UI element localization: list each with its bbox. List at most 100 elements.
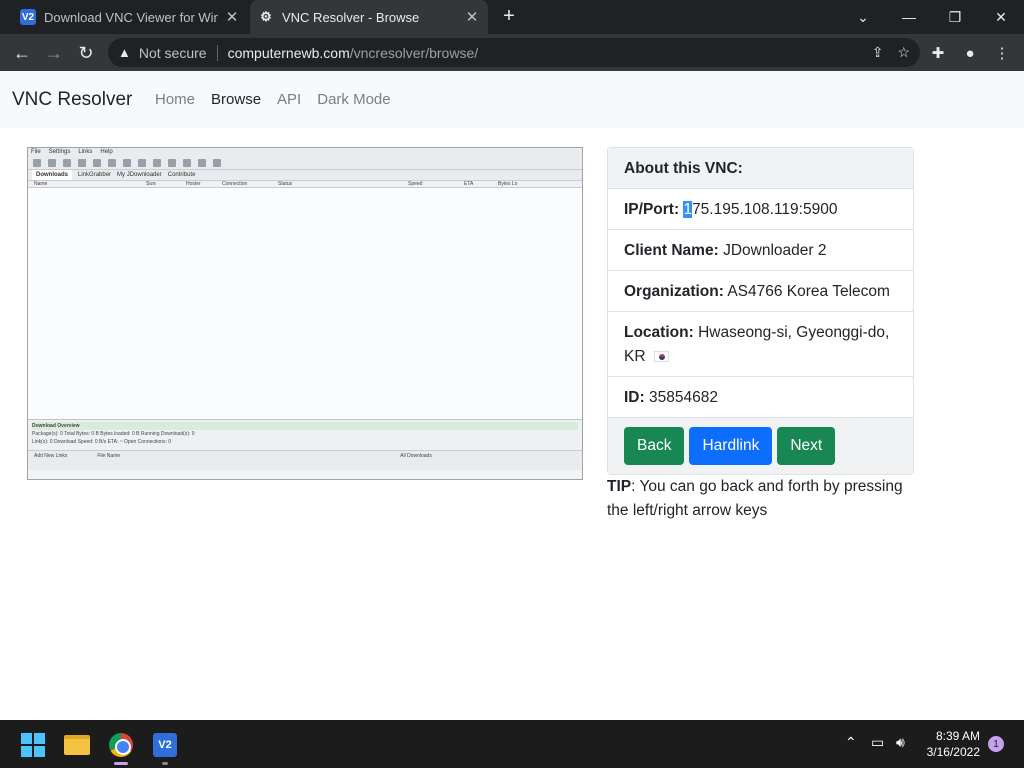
- preview-overview-title: Download Overview: [32, 422, 578, 430]
- vnc-resolver-icon: ⚙: [260, 9, 272, 24]
- nav-api[interactable]: API: [277, 91, 301, 108]
- vnc-screenshot: File Settings Links Help Downloads LinkG…: [27, 147, 583, 480]
- card-footer: Back Hardlink Next: [608, 418, 913, 474]
- page-content: VNC Resolver Home Browse API Dark Mode F…: [0, 71, 1024, 720]
- site-navbar: VNC Resolver Home Browse API Dark Mode: [0, 71, 1024, 128]
- preview-menubar: File Settings Links Help: [28, 148, 582, 157]
- notification-badge[interactable]: 1: [988, 736, 1004, 752]
- org-label: Organization:: [624, 283, 724, 300]
- security-label[interactable]: Not secure: [139, 45, 207, 61]
- org-value: AS4766 Korea Telecom: [727, 283, 890, 300]
- tip-label: TIP: [607, 478, 632, 495]
- tab-title: VNC Resolver - Browse: [282, 9, 420, 25]
- client-name-row: Client Name: JDownloader 2: [608, 230, 913, 271]
- ip-label: IP/Port:: [624, 201, 680, 218]
- preview-overview-row: Package(s): 0 Total Bytes: 0 B Bytes loa…: [32, 431, 195, 437]
- url-path: /vncresolver/browse/: [349, 44, 479, 61]
- nav-browse[interactable]: Browse: [211, 91, 261, 108]
- browser-tabbar: V2 Download VNC Viewer for Windo ✕ ⚙ VNC…: [0, 0, 1024, 34]
- preview-column-headers: Name Size Hoster Connection Status Speed…: [28, 180, 582, 188]
- url-host: computernewb.com: [227, 44, 350, 61]
- address-bar[interactable]: ▲ Not secure computernewb.com/vncresolve…: [108, 38, 920, 67]
- back-arrow-icon[interactable]: ←: [10, 41, 34, 65]
- nav-dark-mode[interactable]: Dark Mode: [317, 91, 390, 108]
- preview-col: Name: [34, 181, 48, 187]
- start-icon[interactable]: [20, 732, 46, 758]
- about-card: About this VNC: IP/Port: 175.195.108.119…: [607, 147, 914, 475]
- preview-col: Size: [146, 181, 156, 187]
- preview-statusbar: [28, 462, 582, 470]
- clock-time: 8:39 AM: [935, 729, 980, 743]
- new-tab-button[interactable]: +: [498, 6, 520, 28]
- preview-bottom-item: File Name: [97, 453, 121, 459]
- hardlink-button[interactable]: Hardlink: [689, 427, 773, 465]
- tab-vnc-resolver[interactable]: ⚙ VNC Resolver - Browse ✕: [250, 0, 488, 34]
- taskbar: V2 ⌃ ▭ 🔊︎ 8:39 AM 3/16/2022 1: [0, 720, 1024, 768]
- vnc-icon: V2: [20, 9, 36, 25]
- nav-home[interactable]: Home: [155, 91, 195, 108]
- close-icon[interactable]: ✕: [224, 8, 240, 26]
- window-controls: ⌄ — ❐ ✕: [840, 0, 1024, 34]
- forward-arrow-icon[interactable]: →: [42, 41, 66, 65]
- close-window-icon[interactable]: ✕: [978, 0, 1024, 34]
- divider: [216, 44, 218, 61]
- preview-overview: Download Overview Package(s): 0 Total By…: [28, 420, 582, 450]
- id-label: ID:: [624, 389, 645, 406]
- clock[interactable]: 8:39 AM 3/16/2022: [927, 728, 980, 760]
- korea-flag-icon: [653, 351, 669, 362]
- minimize-icon[interactable]: —: [886, 0, 932, 34]
- preview-menu-item: Settings: [48, 149, 71, 155]
- back-button[interactable]: Back: [624, 427, 685, 465]
- warning-icon[interactable]: ▲: [118, 45, 131, 60]
- close-icon[interactable]: ✕: [464, 8, 480, 26]
- preview-download-list: [28, 188, 582, 420]
- client-label: Client Name:: [624, 242, 719, 259]
- volume-icon[interactable]: 🔊︎: [896, 734, 905, 751]
- location-label: Location:: [624, 324, 694, 341]
- preview-tab: Contribute: [167, 172, 196, 178]
- nav-links: Home Browse API Dark Mode: [155, 91, 391, 108]
- ip-selected-text[interactable]: 1: [683, 201, 693, 218]
- preview-toolbar: [28, 157, 582, 170]
- chevron-up-icon[interactable]: ⌃: [845, 734, 857, 751]
- tab-title: Download VNC Viewer for Windo: [44, 9, 218, 25]
- preview-col: ETA: [464, 181, 474, 187]
- preview-col: Bytes Lo: [498, 181, 518, 187]
- reload-icon[interactable]: ↻: [74, 41, 98, 65]
- preview-bottom-item: Add New Links: [34, 453, 68, 459]
- restore-icon[interactable]: ❐: [932, 0, 978, 34]
- tab-search-icon[interactable]: ⌄: [840, 0, 886, 34]
- bookmark-star-icon[interactable]: ☆: [897, 44, 910, 61]
- id-value: 35854682: [648, 389, 718, 406]
- ip-port-row: IP/Port: 175.195.108.119:5900: [608, 189, 913, 230]
- preview-overview-row: Link(s): 0 Download Speed: 0 B/s ETA: ~ …: [32, 439, 172, 445]
- share-icon[interactable]: ⇪: [872, 44, 884, 61]
- tab-vnc-download[interactable]: V2 Download VNC Viewer for Windo ✕: [12, 0, 248, 34]
- next-button[interactable]: Next: [777, 427, 836, 465]
- card-header: About this VNC:: [608, 148, 913, 189]
- clock-date: 3/16/2022: [926, 745, 980, 759]
- preview-bottom-item: All Downloads: [400, 453, 432, 459]
- browser-toolbar: ← → ↻ ▲ Not secure computernewb.com/vncr…: [0, 34, 1024, 71]
- site-brand[interactable]: VNC Resolver: [12, 89, 132, 111]
- active-app-indicator: [114, 762, 128, 765]
- tip-text: TIP: You can go back and forth by pressi…: [607, 475, 917, 523]
- network-icon[interactable]: ▭: [871, 734, 884, 751]
- preview-tab: My JDownloader: [117, 172, 162, 178]
- preview-col: Connection: [222, 181, 248, 187]
- preview-menu-item: Help: [100, 149, 113, 155]
- tip-body: : You can go back and forth by pressing …: [607, 478, 903, 519]
- preview-tab: Downloads: [32, 170, 73, 180]
- chrome-icon[interactable]: [108, 732, 134, 758]
- preview-col: Hoster: [186, 181, 201, 187]
- profile-icon[interactable]: ●: [960, 43, 980, 63]
- running-app-indicator: [162, 762, 168, 765]
- id-row: ID: 35854682: [608, 377, 913, 418]
- preview-menu-item: File: [31, 149, 41, 155]
- extensions-icon[interactable]: ✚: [928, 43, 948, 63]
- menu-kebab-icon[interactable]: ⋮: [992, 43, 1012, 63]
- file-explorer-icon[interactable]: [64, 732, 90, 758]
- ip-value[interactable]: 75.195.108.119:5900: [692, 201, 837, 218]
- vnc-viewer-icon[interactable]: V2: [152, 732, 178, 758]
- preview-col: Status: [278, 181, 293, 187]
